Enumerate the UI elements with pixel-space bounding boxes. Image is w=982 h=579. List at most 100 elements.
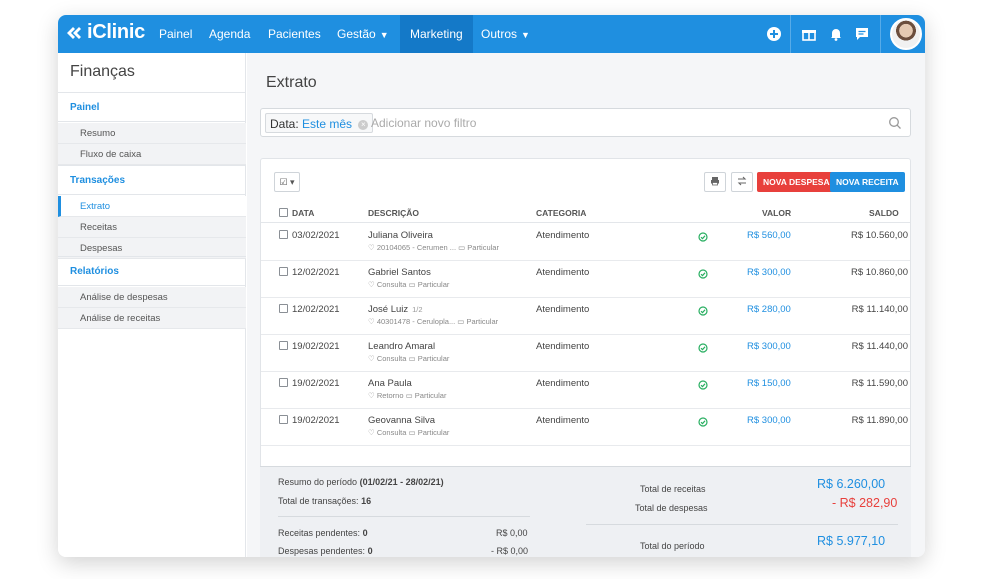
row-checkbox[interactable] [279,267,288,276]
sidebar-section-transacoes[interactable]: Transações [58,165,246,195]
payment-card-icon: ▭ [456,243,468,252]
nav-marketing[interactable]: Marketing [400,15,473,53]
col-valor[interactable]: VALOR [762,208,791,218]
status-check-icon [698,343,708,353]
top-navbar: iClinic Painel Agenda Pacientes Gestão ▼ … [58,15,925,53]
row-value[interactable]: R$ 300,00 [747,415,791,426]
transfer-button[interactable] [731,172,753,192]
sidebar-section-painel[interactable]: Painel [58,92,246,122]
transfer-icon [737,176,747,186]
row-patient-name[interactable]: Geovanna Silva [368,415,435,426]
new-income-button[interactable]: NOVA RECEITA [830,172,905,192]
total-expense-label: Total de despesas [635,503,708,513]
row-payment: Particular [417,280,450,289]
sidebar-item-resumo[interactable]: Resumo [58,123,246,144]
row-payment: Particular [467,243,499,252]
sidebar-item-analise-receitas[interactable]: Análise de receitas [58,308,246,329]
filter-chip-data[interactable]: Data: Este mês × [265,113,374,133]
bell-icon[interactable] [827,25,845,43]
add-circle-icon[interactable] [765,25,783,43]
nav-painel[interactable]: Painel [159,15,192,53]
payment-card-icon: ▭ [406,428,418,437]
summary-period-value: (01/02/21 - 28/02/21) [359,477,444,487]
row-checkbox[interactable] [279,230,288,239]
select-all-checkbox[interactable] [279,208,288,217]
chevron-down-icon: ▼ [521,30,530,40]
summary-divider [586,524,898,525]
row-value[interactable]: R$ 560,00 [747,230,791,241]
main-content: Extrato Data: Este mês × Adicionar novo … [247,53,925,557]
status-check-icon [698,380,708,390]
procedure-icon: ♡ [368,317,377,326]
row-procedure: Consulta [376,428,407,437]
pending-expense-value: - R$ 0,00 [491,546,529,556]
chat-icon[interactable] [853,25,871,43]
row-value[interactable]: R$ 150,00 [747,378,791,389]
nav-gestao[interactable]: Gestão ▼ [337,15,389,53]
status-check-icon [698,306,708,316]
row-balance: R$ 11.590,00 [851,378,908,389]
sidebar-item-receitas[interactable]: Receitas [58,217,246,238]
summary-divider [278,516,530,517]
print-icon [711,177,719,186]
nav-outros[interactable]: Outros ▼ [481,15,530,53]
table-row[interactable]: 19/02/2021 Leandro Amaral ♡ Consulta ▭ Par… [261,335,910,372]
sidebar-item-extrato[interactable]: Extrato [58,196,246,217]
procedure-icon: ♡ [368,428,377,437]
payment-card-icon: ▭ [406,354,418,363]
search-icon[interactable] [888,116,902,130]
gift-icon[interactable] [800,25,818,43]
summary-transactions-label: Total de transações: [278,496,359,506]
row-checkbox[interactable] [279,341,288,350]
sidebar-item-analise-despesas[interactable]: Análise de despesas [58,287,246,308]
nav-divider [790,15,791,53]
row-value[interactable]: R$ 300,00 [747,341,791,352]
remove-filter-icon[interactable]: × [358,119,369,130]
row-balance: R$ 11.140,00 [851,304,908,315]
col-categoria[interactable]: CATEGORIA [536,208,586,218]
table-row[interactable]: 12/02/2021 Gabriel Santos ♡ Consulta ▭ Par… [261,261,910,298]
payment-card-icon: ▭ [406,280,418,289]
row-patient-name[interactable]: José Luiz [368,304,408,315]
status-check-icon [698,417,708,427]
row-category: Atendimento [536,415,590,426]
row-patient-name[interactable]: Ana Paula [368,378,412,389]
nav-pacientes[interactable]: Pacientes [268,15,321,53]
col-data[interactable]: DATA [292,208,314,218]
row-date: 19/02/2021 [292,341,340,352]
logo[interactable]: iClinic [64,21,145,44]
filter-bar[interactable]: Data: Este mês × Adicionar novo filtro [260,108,911,137]
nav-divider [880,15,881,53]
pending-expense-count: 0 [367,546,373,556]
row-payment: Particular [417,428,450,437]
row-value[interactable]: R$ 280,00 [747,304,791,315]
table-row[interactable]: 03/02/2021 Juliana Oliveira ♡ 20104065 - C… [261,224,910,261]
sidebar-item-fluxo-de-caixa[interactable]: Fluxo de caixa [58,144,246,165]
table-row[interactable]: 19/02/2021 Ana Paula ♡ Retorno ▭ Particula… [261,372,910,409]
logo-icon [67,26,81,39]
row-patient-name[interactable]: Juliana Oliveira [368,230,433,241]
row-value[interactable]: R$ 300,00 [747,267,791,278]
row-patient-name[interactable]: Gabriel Santos [368,267,431,278]
col-saldo[interactable]: SALDO [869,208,899,218]
col-descricao[interactable]: DESCRIÇÃO [368,208,419,218]
print-button[interactable] [704,172,726,192]
pending-income-label: Receitas pendentes: [278,528,361,538]
pending-expense-label: Despesas pendentes: [278,546,366,556]
row-patient-name[interactable]: Leandro Amaral [368,341,435,352]
avatar[interactable] [890,18,922,50]
pending-income-count: 0 [362,528,368,538]
row-checkbox[interactable] [279,415,288,424]
row-balance: R$ 11.440,00 [851,341,908,352]
row-date: 12/02/2021 [292,267,340,278]
row-checkbox[interactable] [279,378,288,387]
sidebar-section-relatorios[interactable]: Relatórios [58,256,246,286]
filter-input-placeholder[interactable]: Adicionar novo filtro [371,116,476,130]
new-expense-button[interactable]: NOVA DESPESA [757,172,836,192]
row-checkbox[interactable] [279,304,288,313]
bulk-select-button[interactable]: ☑ ▾ [274,172,300,192]
row-procedure: Retorno [376,391,404,400]
table-row[interactable]: 19/02/2021 Geovanna Silva ♡ Consulta ▭ Par… [261,409,910,446]
nav-agenda[interactable]: Agenda [209,15,250,53]
table-row[interactable]: 12/02/2021 José Luiz 1/2 ♡ 40301478 - Cerul… [261,298,910,335]
